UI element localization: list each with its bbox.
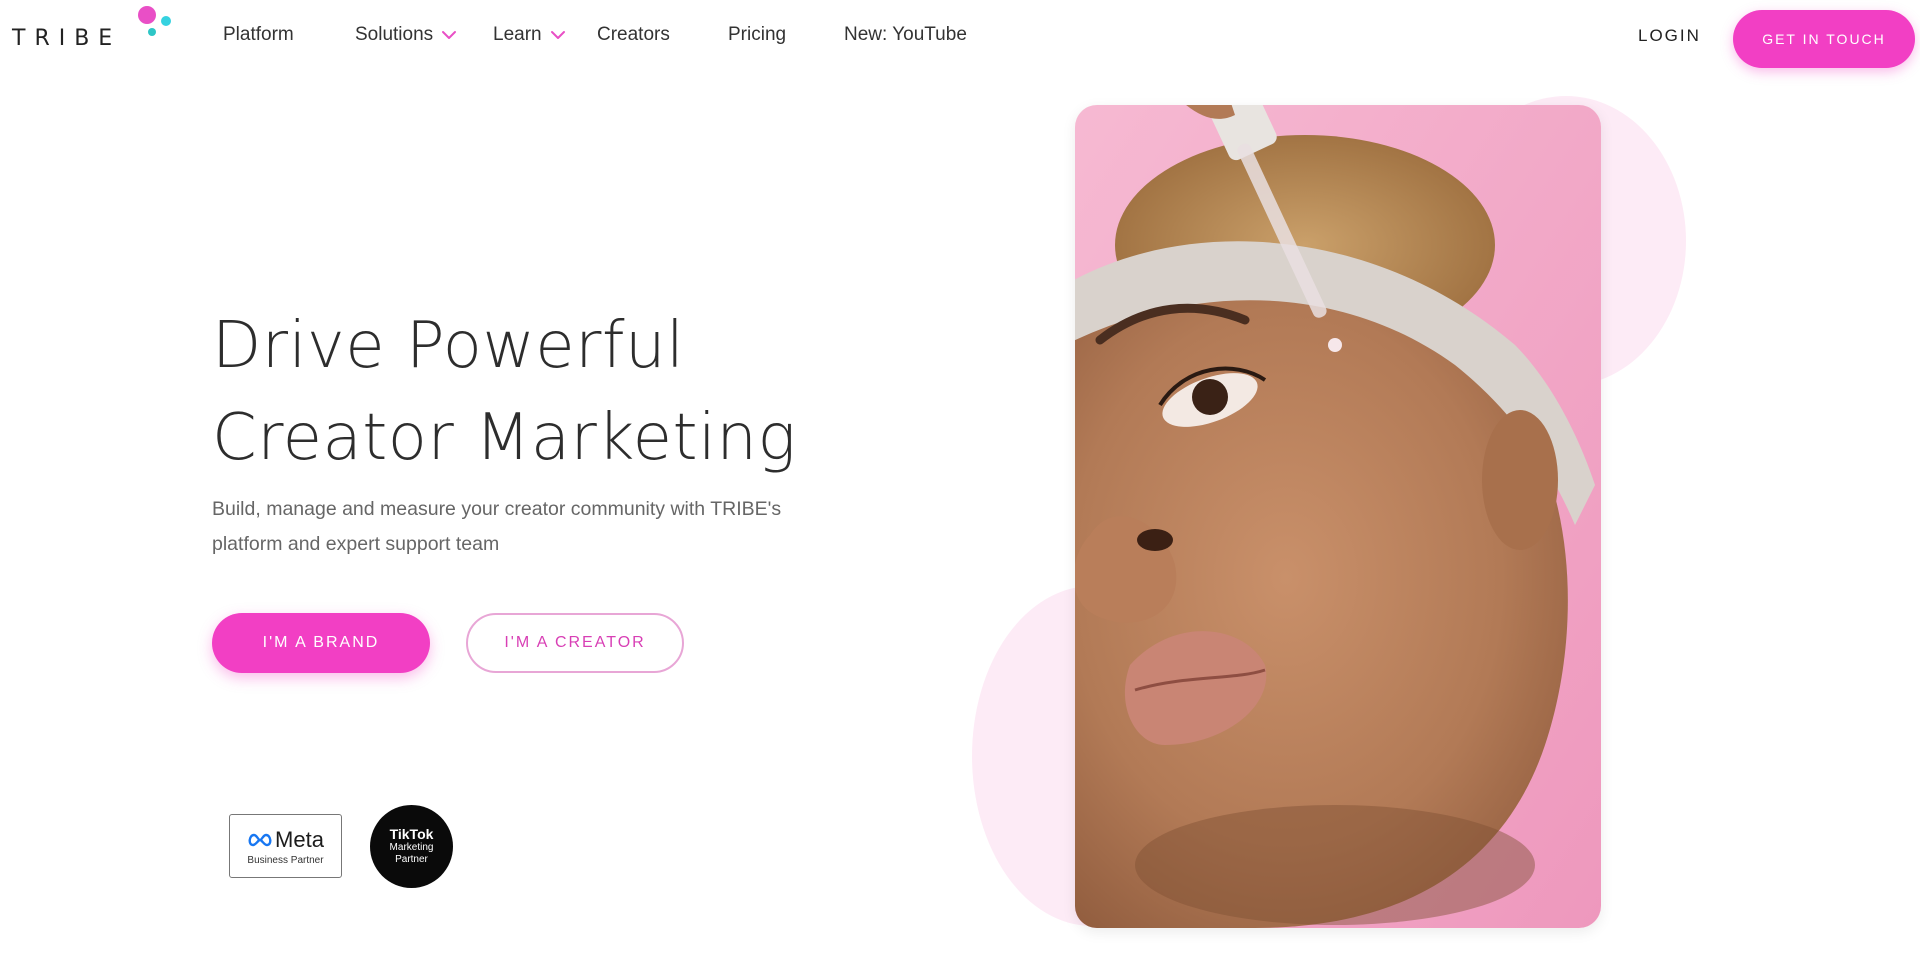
nav-item-platform[interactable]: Platform [223,24,294,46]
nav-item-label: Learn [493,24,542,45]
creator-button[interactable]: I'M A CREATOR [466,613,684,673]
hero-title-line: Creator Marketing [212,401,797,475]
logo-dot-icon [161,16,171,26]
hero-title: Drive Powerful Creator Marketing [212,300,912,484]
site-header: TRIBE Platform Solutions Learn Creators … [0,0,1920,76]
meta-badge-subtitle: Business Partner [247,854,324,866]
meta-partner-badge: Meta Business Partner [229,814,342,878]
login-link[interactable]: LOGIN [1638,26,1701,46]
brand-button[interactable]: I'M A BRAND [212,613,430,673]
hero-image [1075,105,1601,928]
nav-item-label: New: YouTube [844,24,967,45]
nav-item-solutions[interactable]: Solutions [355,24,457,46]
hero-title-line: Drive Powerful [212,309,685,383]
nav-item-creators[interactable]: Creators [597,24,670,46]
get-in-touch-button[interactable]: GET IN TOUCH [1733,10,1915,68]
nav-item-youtube[interactable]: New: YouTube [844,24,967,46]
creator-skincare-photo [1075,105,1601,928]
tiktok-partner-badge: TikTok Marketing Partner [370,805,453,888]
meta-logo: Meta [247,827,324,853]
hero-subtitle-line: platform and expert support team [212,533,500,555]
nav-item-learn[interactable]: Learn [493,24,566,46]
logo-dot-icon [148,28,156,36]
tiktok-badge-line: Marketing [389,842,434,853]
logo-wordmark: TRIBE [12,26,122,51]
tribe-logo[interactable]: TRIBE [12,6,177,51]
chevron-down-icon [442,31,457,39]
chevron-down-icon [550,31,565,39]
nav-item-label: Solutions [355,24,434,45]
meta-infinity-icon [248,833,272,846]
nav-item-label: Creators [597,24,670,45]
logo-dot-icon [138,6,156,24]
meta-wordmark: Meta [275,826,324,852]
hero-subtitle-line: Build, manage and measure your creator c… [212,498,782,520]
tiktok-wordmark: TikTok [389,826,434,842]
nav-item-label: Pricing [728,24,787,45]
nav-item-label: Platform [223,24,294,45]
nav-item-pricing[interactable]: Pricing [728,24,786,46]
hero-subtitle: Build, manage and measure your creator c… [212,492,852,562]
tiktok-badge-line: Partner [395,854,428,865]
